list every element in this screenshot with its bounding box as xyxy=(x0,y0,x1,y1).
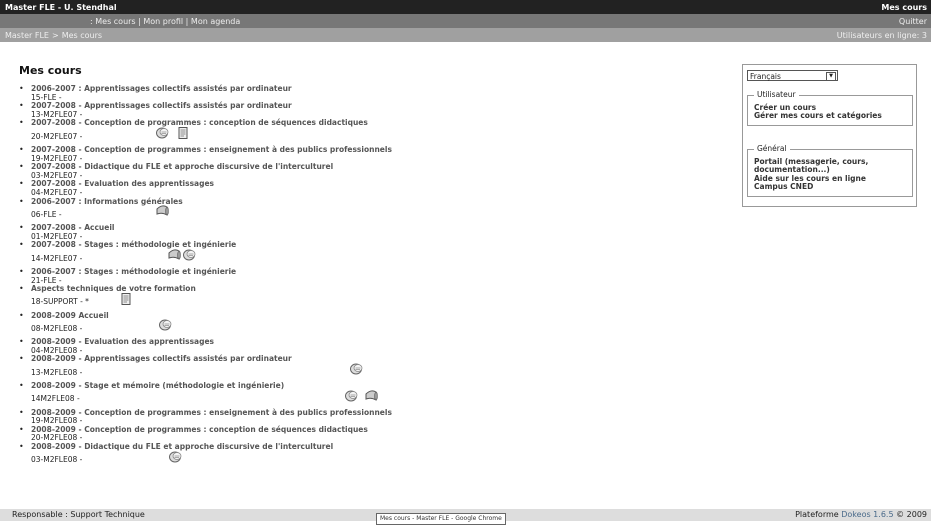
course-title-link[interactable]: 2007-2008 - Conception de programmes : e… xyxy=(31,145,714,155)
top-bar: Master FLE - U. Stendhal Mes cours xyxy=(0,0,931,14)
course-item: 2007-2008 - Apprentissages collectifs as… xyxy=(19,102,714,119)
course-title-link[interactable]: 2008-2009 - Evaluation des apprentissage… xyxy=(31,338,714,347)
course-code-row: 14-M2FLE07 - xyxy=(31,248,714,268)
course-item: 2006-2007 : Informations générales 06-FLE… xyxy=(19,197,714,225)
menu-bar: : Mes cours | Mon profil | Mon agenda Qu… xyxy=(0,14,931,28)
breadcrumb: Master FLE > Mes cours xyxy=(5,31,102,40)
announcement-icon[interactable] xyxy=(167,248,182,262)
course-title-link[interactable]: 2007-2008 - Evaluation des apprentissage… xyxy=(31,180,714,189)
course-code: 14-M2FLE07 - xyxy=(31,253,83,263)
course-title-link[interactable]: 2007-2008 - Apprentissages collectifs as… xyxy=(31,102,714,111)
course-title-link[interactable]: Aspects techniques de votre formation xyxy=(31,284,714,294)
logout-link[interactable]: Quitter xyxy=(899,17,927,26)
announcement-icon[interactable] xyxy=(364,389,378,403)
online-users: Utilisateurs en ligne: 3 xyxy=(836,30,927,40)
course-code-row: 14M2FLE08 - xyxy=(31,389,714,409)
forum-icon[interactable] xyxy=(183,248,197,262)
course-title-link[interactable]: 2008-2009 - Conception de programmes : c… xyxy=(31,425,714,435)
sidebar: Français ▼ Utilisateur Créer un cours Gé… xyxy=(742,64,917,207)
forum-icon[interactable] xyxy=(344,389,359,403)
course-code: 08-M2FLE08 - xyxy=(31,323,83,333)
user-panel: Utilisateur Créer un cours Gérer mes cou… xyxy=(747,90,913,126)
course-code-row: 08-M2FLE08 - xyxy=(31,318,714,338)
forum-icon[interactable] xyxy=(156,126,170,140)
course-code: 03-M2FLE08 - xyxy=(31,455,83,465)
course-item: 2008-2009 - Conception de programmes : e… xyxy=(19,408,714,426)
breadcrumb-root[interactable]: Master FLE xyxy=(5,31,49,40)
course-list: 2006-2007 : Apprentissages collectifs as… xyxy=(14,84,714,470)
course-item: 2007-2008 - Didactique du FLE et approch… xyxy=(19,163,714,180)
course-code: 18-SUPPORT - * xyxy=(31,297,89,307)
course-title-link[interactable]: 2006-2007 : Apprentissages collectifs as… xyxy=(31,84,714,94)
forum-icon[interactable] xyxy=(350,362,364,376)
breadcrumb-bar: Master FLE > Mes cours Utilisateurs en lig… xyxy=(0,28,931,42)
general-legend: Général xyxy=(757,144,787,153)
footer-responsable[interactable]: Responsable : Support Technique xyxy=(0,509,145,521)
course-code-row: 20-M2FLE07 - xyxy=(31,126,714,146)
course-code-row: 06-FLE - xyxy=(31,204,714,224)
course-item: 2007-2008 - Stages : méthodologie et ing… xyxy=(19,241,714,268)
course-item: 2008-2009 - Stage et mémoire (méthodolog… xyxy=(19,381,714,409)
general-panel: Général Portail (messagerie, cours, docu… xyxy=(747,144,913,197)
forum-icon[interactable] xyxy=(159,318,173,332)
course-code-row: 13-M2FLE08 - xyxy=(31,362,714,382)
my-courses-label: Mes cours xyxy=(881,2,927,12)
course-title-link[interactable]: 2007-2008 - Didactique du FLE et approch… xyxy=(31,163,714,172)
course-title-link[interactable]: 2006-2007 : Informations générales xyxy=(31,197,714,207)
course-item: 2006-2007 : Stages : méthodologie et ing… xyxy=(19,267,714,285)
site-title: Master FLE - U. Stendhal xyxy=(5,2,117,12)
language-value: Français xyxy=(750,72,781,81)
course-code-row: 18-SUPPORT - * xyxy=(31,292,714,312)
dokeos-link[interactable]: Dokeos 1.6.5 xyxy=(841,510,893,519)
course-code: 20-M2FLE07 - xyxy=(31,131,83,141)
course-title-link[interactable]: 2008-2009 Accueil xyxy=(31,311,714,321)
main-content: Mes cours 2006-2007 : Apprentissages col… xyxy=(14,64,714,470)
course-item: 2008-2009 - Didactique du FLE et approch… xyxy=(19,442,714,470)
portal-link[interactable]: Portail (messagerie, cours, documentatio… xyxy=(754,157,906,175)
course-item: 2008-2009 - Apprentissages collectifs as… xyxy=(19,355,714,382)
breadcrumb-separator: > xyxy=(51,30,59,40)
user-legend: Utilisateur xyxy=(757,90,796,99)
platform-prefix: Plateforme xyxy=(795,510,839,519)
course-title-link[interactable]: 2006-2007 : Stages : méthodologie et ing… xyxy=(31,267,714,277)
course-item: 2006-2007 : Apprentissages collectifs as… xyxy=(19,84,714,102)
campus-cned-link[interactable]: Campus CNED xyxy=(754,183,906,192)
manage-courses-link[interactable]: Gérer mes cours et catégories xyxy=(754,112,906,121)
page-title: Mes cours xyxy=(19,64,82,77)
copyright: © 2009 xyxy=(896,510,927,519)
breadcrumb-current[interactable]: Mes cours xyxy=(62,31,102,40)
course-item: Aspects techniques de votre formation 18-… xyxy=(19,284,714,312)
course-title-link[interactable]: 2007-2008 - Accueil xyxy=(31,224,714,233)
document-icon[interactable] xyxy=(176,126,190,140)
course-item: 2007-2008 - Conception de programmes : c… xyxy=(19,119,714,146)
course-code: 06-FLE - xyxy=(31,209,62,219)
course-code: 14M2FLE08 - xyxy=(31,394,80,404)
course-title-link[interactable]: 2008-2009 - Apprentissages collectifs as… xyxy=(31,355,714,364)
announcement-icon[interactable] xyxy=(155,204,169,218)
course-item: 2008-2009 - Evaluation des apprentissage… xyxy=(19,338,714,355)
forum-icon[interactable] xyxy=(169,450,183,464)
footer-platform: Plateforme Dokeos 1.6.5 © 2009 xyxy=(795,509,931,521)
course-title-link[interactable]: 2008-2009 - Conception de programmes : e… xyxy=(31,408,714,418)
document-icon[interactable] xyxy=(119,292,133,306)
language-select[interactable]: Français ▼ xyxy=(747,70,838,81)
course-title-link[interactable]: 2007-2008 - Stages : méthodologie et ing… xyxy=(31,241,714,250)
course-code: 13-M2FLE08 - xyxy=(31,367,83,377)
course-item: 2008-2009 Accueil 08-M2FLE08 - xyxy=(19,311,714,339)
window-tooltip: Mes cours - Master FLE - Google Chrome xyxy=(376,513,506,525)
course-item: 2007-2008 - Evaluation des apprentissage… xyxy=(19,180,714,197)
course-item: 2007-2008 - Conception de programmes : e… xyxy=(19,145,714,163)
course-code-row: 03-M2FLE08 - xyxy=(31,450,714,470)
course-item: 2007-2008 - Accueil01-M2FLE07 - xyxy=(19,224,714,241)
course-title-link[interactable]: 2007-2008 - Conception de programmes : c… xyxy=(31,119,714,128)
menu-links[interactable]: : Mes cours | Mon profil | Mon agenda xyxy=(5,17,240,26)
course-item: 2008-2009 - Conception de programmes : c… xyxy=(19,425,714,443)
course-title-link[interactable]: 2008-2009 - Didactique du FLE et approch… xyxy=(31,442,714,452)
chevron-down-icon[interactable]: ▼ xyxy=(826,72,836,81)
